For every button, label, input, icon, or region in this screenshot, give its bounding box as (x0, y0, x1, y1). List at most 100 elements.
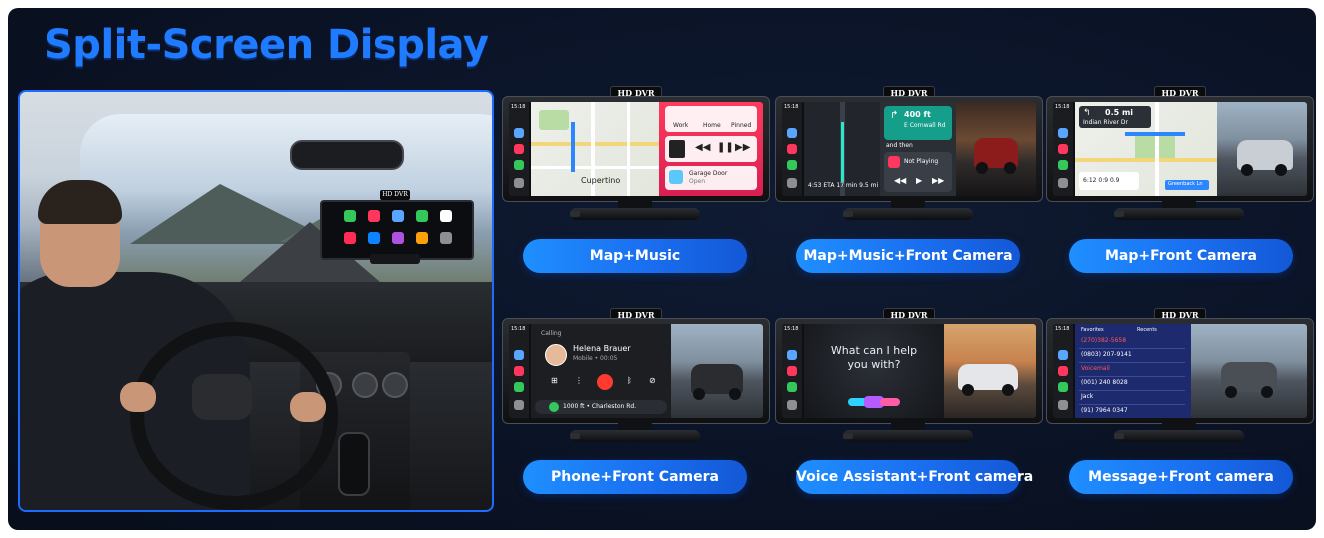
camera-feed (956, 102, 1036, 196)
banner: Split-Screen Display HD DVR HD DVR 15:18… (8, 8, 1316, 530)
messages-icon (1058, 160, 1068, 170)
rearview-mirror (290, 140, 404, 170)
carplay-dock: 15:18 (509, 324, 529, 418)
shortcuts-card[interactable]: Work Home Pinned (665, 106, 757, 132)
app-icon (416, 232, 428, 244)
messages-icon (1058, 382, 1068, 392)
steering-hub (192, 374, 252, 420)
divider (1079, 390, 1185, 391)
route-line (571, 122, 575, 172)
dialpad-icon[interactable]: ⋮ (575, 376, 583, 385)
podcast-icon (344, 232, 356, 244)
list-item[interactable]: (0803) 207-9141 (1081, 351, 1132, 358)
street-sign: Greenback Ln (1165, 180, 1209, 190)
device-bezel: 15:18 Cupertino Work Home Pinned ◀◀ ❚❚ ▶… (502, 96, 770, 202)
siri-wave-icon (880, 398, 900, 406)
list-item[interactable]: (001) 240 8028 (1081, 379, 1128, 386)
wheel (1275, 164, 1287, 176)
device-bezel: 15:18 Favorites Recents (270)382-5658 (0… (1046, 318, 1314, 424)
device-map-music: HD DVR 15:18 Cupertino Work Home Pinned … (502, 86, 770, 236)
siri-prompt-line1: What can I help (830, 344, 918, 357)
end-call-button[interactable] (597, 374, 613, 390)
device-screen: 15:18 Calling Helena Brauer Mobile • 00:… (509, 324, 763, 418)
next-icon[interactable]: ▶▶ (735, 142, 750, 153)
turn-arrow-icon: ↱ (890, 110, 899, 121)
music-icon (1058, 144, 1068, 154)
wheel (976, 162, 988, 174)
music-panel: Work Home Pinned ◀◀ ❚❚ ▶▶ Garage Door Op… (659, 102, 763, 196)
tab-recents[interactable]: Recents (1137, 327, 1157, 333)
wheel (1004, 162, 1016, 174)
garage-card[interactable]: Garage Door Open (665, 166, 757, 190)
device-voice-camera: HD DVR 15:18 What can I help you with? (775, 308, 1043, 458)
play-icon[interactable]: ▶ (916, 176, 922, 185)
messages-icon (514, 160, 524, 170)
eta-readout: 4:53 ETA 17 min 9.5 mi (808, 182, 879, 189)
climate-knob (352, 372, 378, 398)
gear-shifter (338, 432, 370, 496)
park (539, 110, 569, 130)
messages-icon (416, 210, 428, 222)
messages-icon (787, 160, 797, 170)
divider (1079, 376, 1185, 377)
prev-icon[interactable]: ◀◀ (695, 142, 710, 153)
trip-stats-values: 6:12 0:9 0.9 (1083, 177, 1120, 184)
map-road (1075, 158, 1217, 162)
pause-icon[interactable]: ❚❚ (717, 142, 734, 153)
camera-feed (1217, 102, 1307, 196)
turn-card: 400 ft E Cornwall Rd ↱ (884, 106, 952, 140)
map-panel: ↰ 0.5 mi Indian River Dr 6:12 0:9 0.9 Gr… (1075, 102, 1217, 196)
device-map-music-camera: HD DVR 15:18 4:53 ETA 17 min 9.5 mi 400 … (775, 86, 1043, 236)
keypad-icon[interactable]: ⊞ (551, 376, 558, 385)
maps-icon (392, 210, 404, 222)
music-icon (1058, 366, 1068, 376)
clock: 15:18 (511, 326, 526, 332)
carplay-dock: 15:18 (782, 324, 802, 418)
list-item[interactable]: Jack (1081, 393, 1093, 400)
shortcut-work[interactable]: Work (673, 122, 688, 129)
calendar-icon (440, 210, 452, 222)
device-screen: 15:18 ↰ 0.5 mi Indian River Dr 6:12 0:9 … (1053, 102, 1307, 196)
direction-bar: 1000 ft • Charleston Rd. (535, 400, 667, 414)
device-stand (843, 200, 973, 224)
maps-icon (514, 128, 524, 138)
next-icon[interactable]: ▶▶ (932, 176, 944, 185)
music-icon (514, 144, 524, 154)
prev-icon[interactable]: ◀◀ (894, 176, 906, 185)
wheel (729, 388, 741, 400)
route-line (1125, 132, 1185, 136)
divider (1079, 404, 1185, 405)
music-icon (787, 144, 797, 154)
label-voice-camera: Voice Assistant+Front camera (796, 460, 1033, 494)
maps-icon (514, 350, 524, 360)
wheel (693, 388, 705, 400)
list-item[interactable]: Voicemail (1081, 365, 1110, 372)
music-icon (888, 156, 900, 168)
street-sign-label: Greenback Ln (1168, 181, 1203, 187)
grid-icon (514, 400, 524, 410)
wheel (1241, 164, 1253, 176)
page-title: Split-Screen Display (44, 22, 489, 68)
clock: 15:18 (784, 326, 799, 332)
device-stand (843, 422, 973, 446)
turn-street: Indian River Dr (1083, 119, 1128, 126)
direction-text: 1000 ft • Charleston Rd. (563, 403, 637, 410)
display-stand (370, 254, 420, 264)
list-item[interactable]: (91) 7964 0347 (1081, 407, 1128, 414)
bluetooth-icon[interactable]: ᛒ (627, 376, 632, 385)
clock: 15:18 (784, 104, 799, 110)
mute-icon[interactable]: ⊘ (649, 376, 656, 385)
tab-favorites[interactable]: Favorites (1081, 327, 1104, 333)
garage-icon (669, 170, 683, 184)
clock: 15:18 (1055, 104, 1070, 110)
device-bezel: 15:18 4:53 ETA 17 min 9.5 mi 400 ft E Co… (775, 96, 1043, 202)
grid-icon (1058, 178, 1068, 188)
wheel (1261, 386, 1273, 398)
list-item[interactable]: (270)382-5658 (1081, 337, 1126, 344)
now-playing-label: Not Playing (904, 158, 939, 165)
shortcut-pinned[interactable]: Pinned (731, 122, 751, 129)
music-card: Not Playing ◀◀ ▶ ▶▶ (884, 152, 952, 192)
nav-map-panel: 4:53 ETA 17 min 9.5 mi (804, 102, 880, 196)
shortcut-home[interactable]: Home (703, 122, 721, 129)
music-icon (787, 366, 797, 376)
